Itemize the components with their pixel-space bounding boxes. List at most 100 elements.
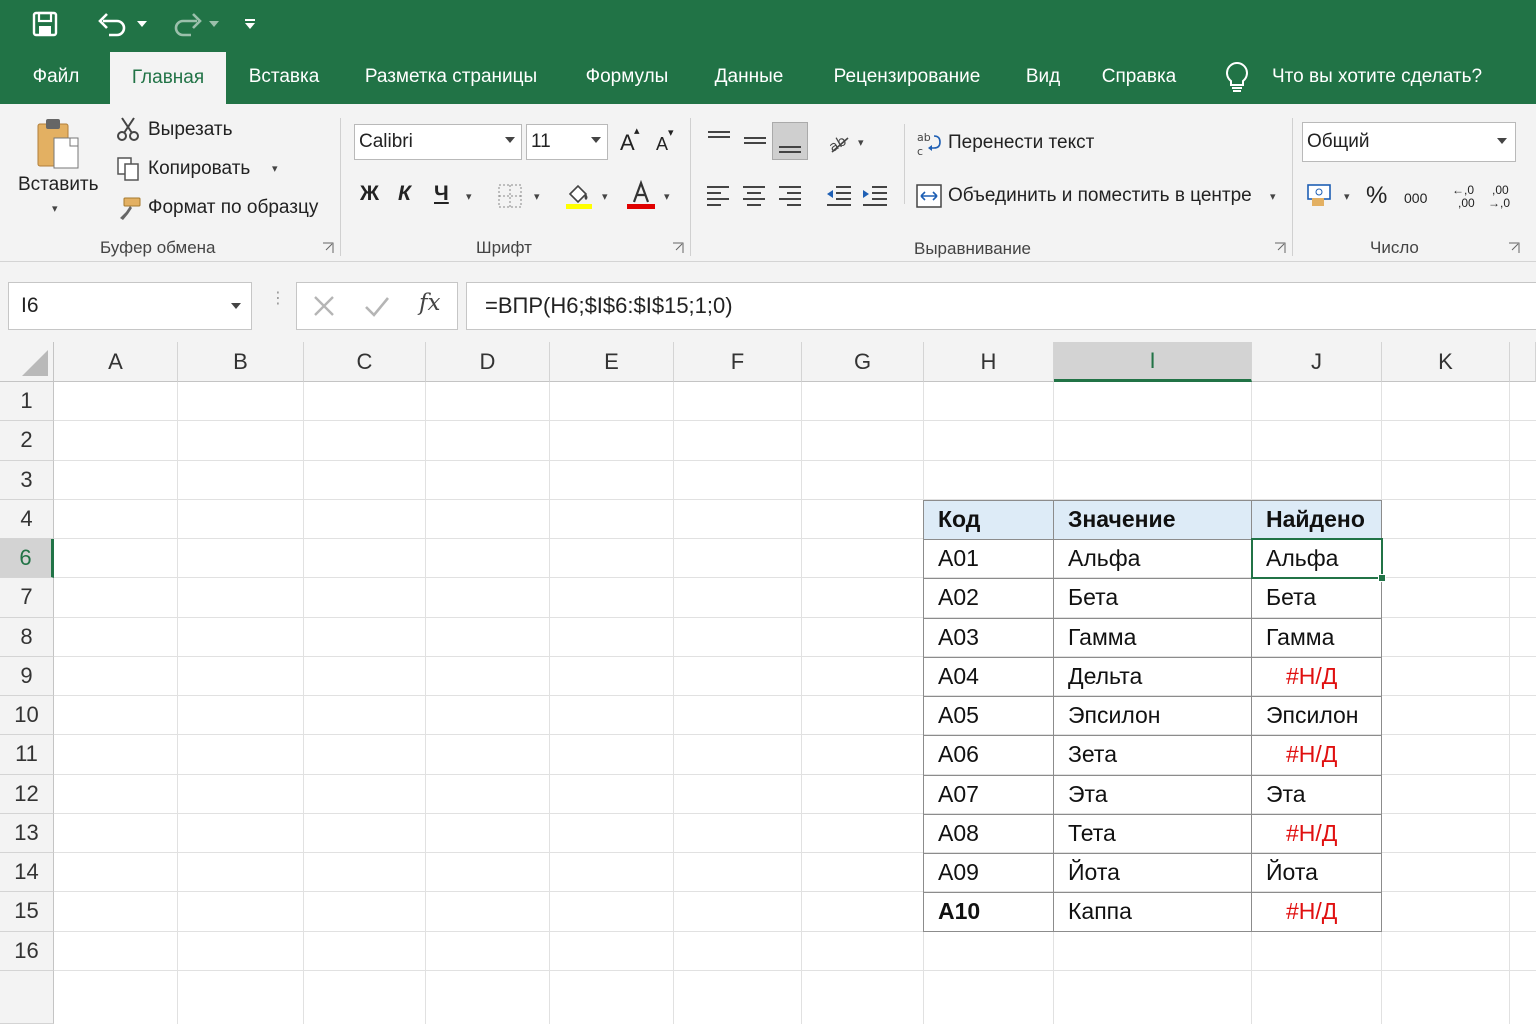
row-header-16[interactable]: 16: [0, 931, 54, 971]
fill-color-icon[interactable]: [564, 180, 594, 210]
italic-button[interactable]: К: [398, 182, 411, 206]
tab-review[interactable]: Рецензирование: [816, 50, 998, 104]
increase-decimal-button[interactable]: ←,0 ,00: [1452, 184, 1475, 210]
borders-dropdown-icon[interactable]: ▾: [534, 190, 540, 203]
paste-button[interactable]: Вставить: [18, 174, 99, 196]
font-name-select[interactable]: Calibri: [354, 124, 522, 160]
table-cell-found[interactable]: #Н/Д: [1252, 735, 1382, 774]
align-center-icon[interactable]: [742, 184, 766, 208]
number-format-select[interactable]: Общий: [1302, 122, 1516, 162]
table-cell-found[interactable]: Альфа: [1252, 539, 1382, 578]
table-cell-value[interactable]: Зета: [1054, 735, 1252, 774]
table-cell-value[interactable]: Эпсилон: [1054, 696, 1252, 735]
row-header-8[interactable]: 8: [0, 617, 54, 657]
row-header-15[interactable]: 15: [0, 892, 54, 932]
table-cell-value[interactable]: Каппа: [1054, 892, 1252, 931]
table-cell-code[interactable]: A01: [924, 539, 1054, 578]
align-right-icon[interactable]: [778, 184, 802, 208]
tab-file[interactable]: Файл: [14, 50, 98, 104]
tab-view[interactable]: Вид: [1012, 50, 1074, 104]
table-cell-found[interactable]: Эта: [1252, 775, 1382, 814]
merge-center-button[interactable]: Объединить и поместить в центре: [948, 185, 1252, 207]
thousands-button[interactable]: 000: [1404, 190, 1427, 206]
table-header-cell[interactable]: Значение: [1054, 499, 1252, 539]
undo-icon[interactable]: [94, 8, 130, 40]
table-cell-found[interactable]: Бета: [1252, 578, 1382, 617]
table-cell-value[interactable]: Гамма: [1054, 618, 1252, 657]
bold-button[interactable]: Ж: [360, 182, 379, 206]
accounting-dropdown-icon[interactable]: ▾: [1344, 190, 1350, 203]
fill-handle[interactable]: [1378, 574, 1386, 583]
table-cell-found[interactable]: Йота: [1252, 853, 1382, 892]
column-header-e[interactable]: E: [550, 342, 674, 382]
align-top-icon[interactable]: [706, 130, 732, 150]
tab-formulas[interactable]: Формулы: [570, 50, 684, 104]
table-cell-code[interactable]: A10: [924, 892, 1054, 931]
table-cell-code[interactable]: A04: [924, 657, 1054, 696]
increase-indent-icon[interactable]: [862, 184, 888, 208]
table-cell-code[interactable]: A05: [924, 696, 1054, 735]
table-cell-code[interactable]: A03: [924, 618, 1054, 657]
row-header-13[interactable]: 13: [0, 813, 54, 853]
table-cell-code[interactable]: A08: [924, 814, 1054, 853]
select-all-button[interactable]: [0, 342, 54, 382]
table-cell-code[interactable]: A07: [924, 775, 1054, 814]
table-header-cell[interactable]: Код: [924, 499, 1054, 539]
wrap-text-button[interactable]: Перенести текст: [948, 132, 1094, 154]
table-cell-value[interactable]: Альфа: [1054, 539, 1252, 578]
tab-home[interactable]: Главная: [110, 52, 226, 104]
percent-button[interactable]: %: [1366, 182, 1387, 210]
cut-button[interactable]: Вырезать: [148, 119, 233, 141]
table-header-cell[interactable]: Найдено: [1252, 499, 1382, 539]
tab-help[interactable]: Справка: [1088, 50, 1190, 104]
column-header-h[interactable]: H: [924, 342, 1054, 382]
column-header-g[interactable]: G: [802, 342, 924, 382]
column-header-f[interactable]: F: [674, 342, 802, 382]
table-cell-found[interactable]: Эпсилон: [1252, 696, 1382, 735]
table-cell-found[interactable]: Гамма: [1252, 618, 1382, 657]
table-cell-code[interactable]: A06: [924, 735, 1054, 774]
orientation-dropdown-icon[interactable]: ▾: [858, 136, 864, 149]
redo-dropdown-icon[interactable]: [206, 8, 222, 40]
formula-input[interactable]: =ВПР(H6;$I$6:$I$15;1;0): [466, 282, 1536, 330]
table-cell-value[interactable]: Эта: [1054, 775, 1252, 814]
paste-dropdown-icon[interactable]: ▾: [52, 202, 58, 215]
row-header-12[interactable]: 12: [0, 774, 54, 814]
font-color-icon[interactable]: [626, 179, 656, 210]
tab-data[interactable]: Данные: [700, 50, 798, 104]
table-cell-value[interactable]: Бета: [1054, 578, 1252, 617]
decrease-decimal-button[interactable]: ,00 →,0: [1488, 184, 1510, 210]
font-color-dropdown-icon[interactable]: ▾: [664, 190, 670, 203]
column-header-i[interactable]: I: [1054, 342, 1252, 382]
save-icon[interactable]: [28, 8, 62, 40]
borders-icon[interactable]: [498, 184, 522, 208]
table-cell-value[interactable]: Йота: [1054, 853, 1252, 892]
table-cell-value[interactable]: Тета: [1054, 814, 1252, 853]
row-header-11[interactable]: 11: [0, 735, 54, 775]
align-left-icon[interactable]: [706, 184, 730, 208]
table-cell-found[interactable]: #Н/Д: [1252, 814, 1382, 853]
column-header-b[interactable]: B: [178, 342, 304, 382]
column-header-k[interactable]: K: [1382, 342, 1510, 382]
tab-page-layout[interactable]: Разметка страницы: [348, 50, 554, 104]
row-header-14[interactable]: 14: [0, 853, 54, 893]
table-cell-found[interactable]: #Н/Д: [1252, 892, 1382, 931]
column-header-a[interactable]: A: [54, 342, 178, 382]
align-bottom-icon[interactable]: [772, 122, 808, 160]
insert-function-icon[interactable]: fx: [419, 290, 440, 316]
grow-font-button[interactable]: A: [620, 130, 635, 156]
tab-insert[interactable]: Вставка: [236, 50, 332, 104]
row-header-6[interactable]: 6: [0, 539, 54, 579]
paste-icon[interactable]: [34, 116, 84, 176]
fill-color-dropdown-icon[interactable]: ▾: [602, 190, 608, 203]
underline-button[interactable]: Ч: [434, 182, 449, 206]
column-header-d[interactable]: D: [426, 342, 550, 382]
undo-dropdown-icon[interactable]: [134, 8, 150, 40]
name-box[interactable]: I6: [8, 282, 252, 330]
row-header-9[interactable]: 9: [0, 656, 54, 696]
worksheet-grid[interactable]: ABCDEFGHIJK 1 2 3 4 6 7 8 9 10 11 12 13 14 15 16 Код Зн…: [0, 342, 1536, 1024]
row-header-2[interactable]: 2: [0, 421, 54, 461]
font-size-select[interactable]: 11: [526, 124, 608, 160]
cancel-icon[interactable]: [311, 293, 337, 324]
row-header-3[interactable]: 3: [0, 460, 54, 500]
